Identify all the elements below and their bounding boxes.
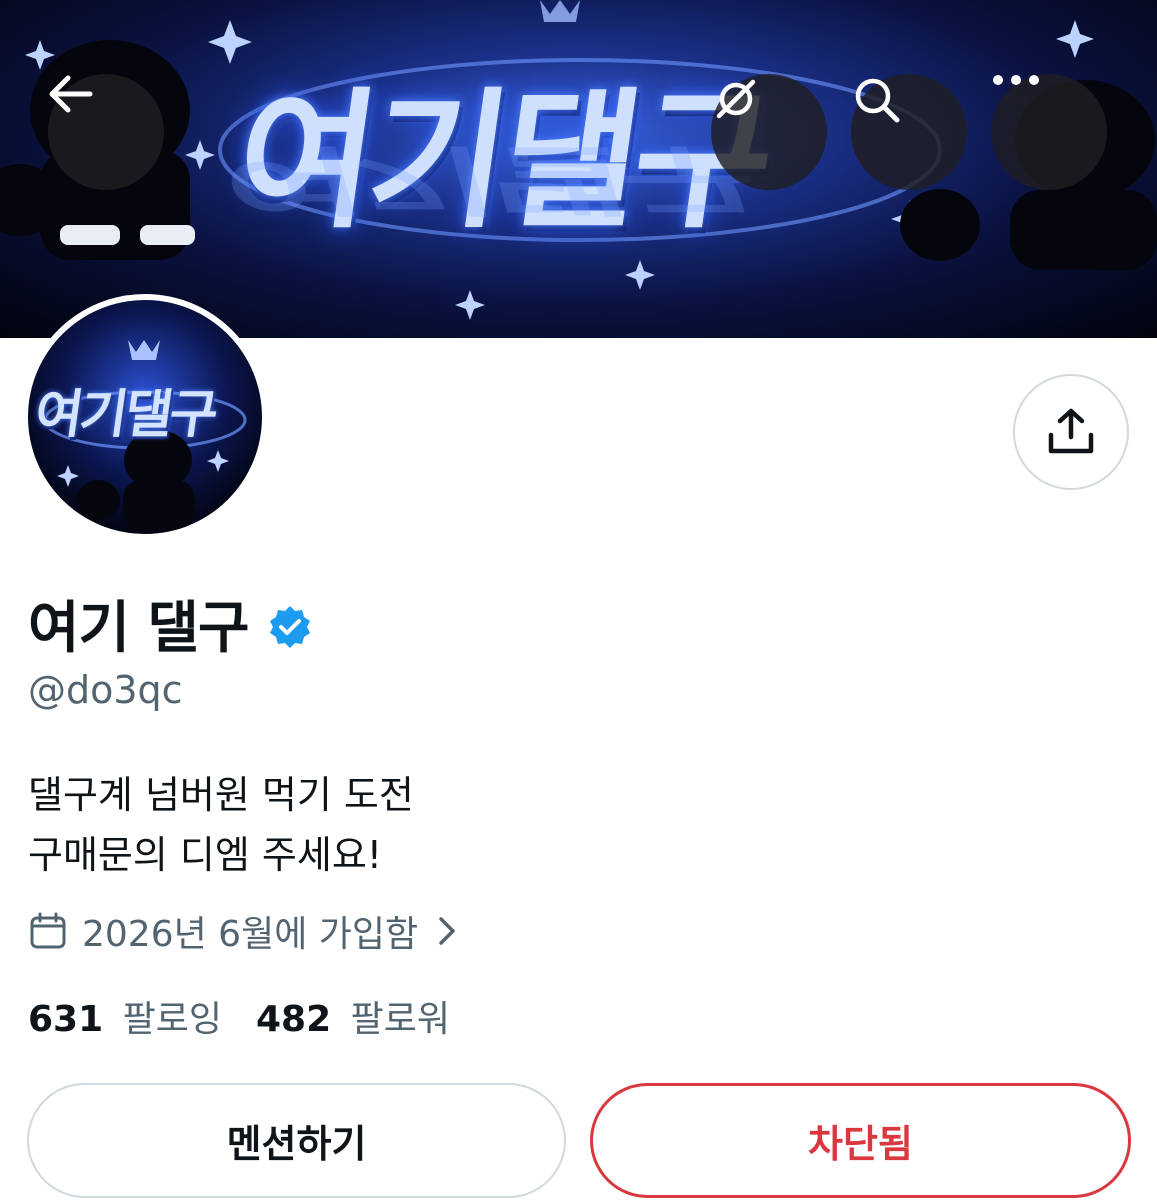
following-link[interactable]: 631 팔로잉 xyxy=(28,990,222,1042)
banner-art-reflection: 여기댈구 xyxy=(210,135,764,223)
blocked-button[interactable]: 차단됨 xyxy=(590,1083,1131,1198)
followers-label: 팔로워 xyxy=(350,999,450,1040)
more-button[interactable] xyxy=(991,74,1107,190)
more-horizontal-icon xyxy=(993,75,1039,85)
joined-date-row[interactable]: 2026년 6월에 가입함 xyxy=(28,905,456,957)
arrow-left-icon xyxy=(49,75,93,113)
following-label: 팔로잉 xyxy=(122,999,222,1040)
profile-banner[interactable]: 여기댈구 여기댈구 xyxy=(0,0,1157,338)
translate-button[interactable] xyxy=(711,74,827,190)
bio-line-1: 댈구계 넘버원 먹기 도전 xyxy=(28,773,414,817)
verified-badge-icon[interactable] xyxy=(267,604,313,650)
followers-link[interactable]: 482 팔로워 xyxy=(256,990,450,1042)
search-icon xyxy=(855,78,900,123)
bio-line-2: 구매문의 디엠 주세요! xyxy=(28,833,383,877)
follow-stats: 631 팔로잉 482 팔로워 xyxy=(28,990,484,1042)
joined-date: 2026년 6월에 가입함 xyxy=(82,914,419,955)
search-button[interactable] xyxy=(851,74,967,190)
chevron-right-icon xyxy=(439,917,455,945)
back-button[interactable] xyxy=(48,74,164,190)
avatar[interactable]: 여기댈구 xyxy=(22,294,268,540)
profile-name-row: 여기 댈구 xyxy=(28,583,313,664)
followers-count: 482 xyxy=(255,999,332,1040)
profile-name: 여기 댈구 xyxy=(28,596,250,661)
profile-bio: 댈구계 넘버원 먹기 도전 구매문의 디엠 주세요! xyxy=(28,765,414,885)
profile-screen: 여기댈구 여기댈구 여기댈구 여기 댈구 @do3qc 댈구계 넘버원 먹기 도… xyxy=(0,0,1157,1200)
share-button[interactable] xyxy=(1013,374,1129,490)
avatar-image: 여기댈구 xyxy=(28,300,262,534)
following-count: 631 xyxy=(28,999,104,1040)
no-translate-icon xyxy=(716,79,756,119)
share-icon xyxy=(1048,408,1094,454)
avatar-art-text: 여기댈구 xyxy=(31,385,219,445)
calendar-icon xyxy=(30,912,66,949)
profile-handle: @do3qc xyxy=(28,668,183,712)
mention-button[interactable]: 멘션하기 xyxy=(27,1083,566,1198)
